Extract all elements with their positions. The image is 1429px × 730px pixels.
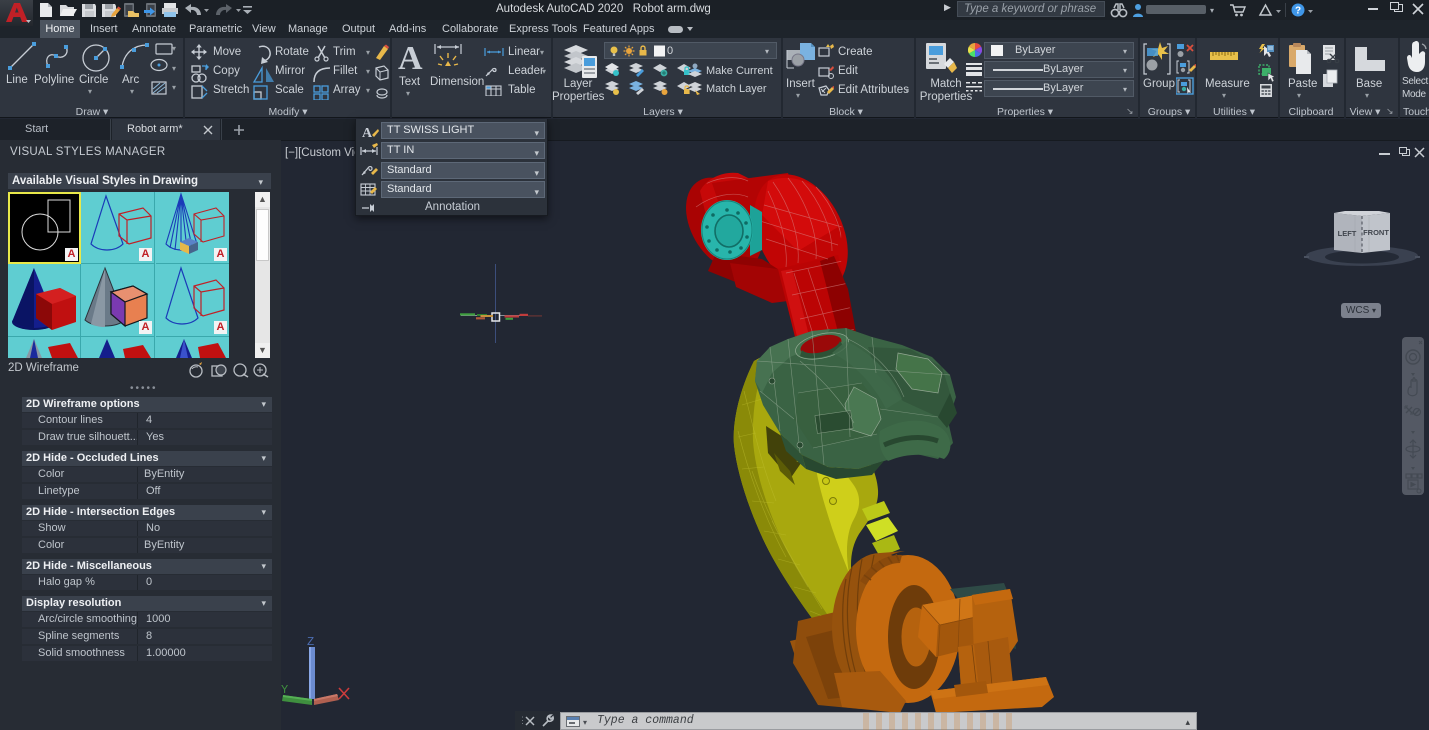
svg-text:?: ?: [1295, 6, 1301, 17]
svg-text:A: A: [362, 126, 373, 141]
